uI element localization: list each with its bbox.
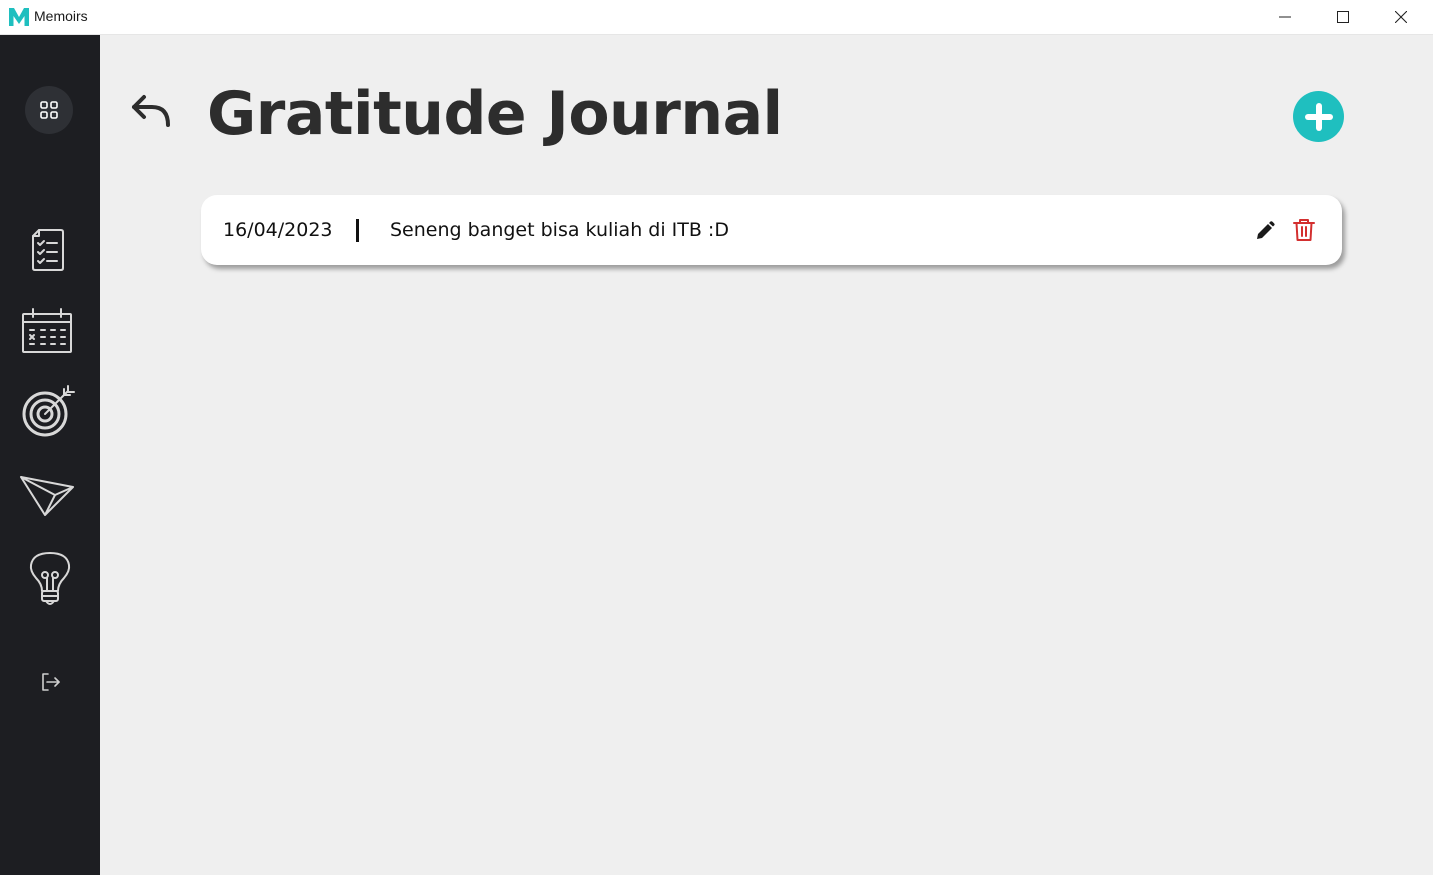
lightbulb-icon: [29, 552, 71, 605]
sidebar-item-goals[interactable]: [19, 383, 77, 439]
entry-date: 16/04/2023: [223, 219, 333, 241]
trash-icon: [1293, 219, 1315, 241]
checklist-icon: [32, 229, 64, 271]
edit-button[interactable]: [1253, 219, 1277, 243]
list-item[interactable]: 16/04/2023 Seneng banget bisa kuliah di …: [201, 195, 1342, 265]
target-icon: [22, 385, 75, 437]
minimize-icon: [1279, 16, 1291, 18]
logout-button[interactable]: [38, 669, 64, 695]
app-title: Memoirs: [34, 8, 88, 24]
entry-divider: [356, 219, 359, 242]
app-logo-icon: [9, 8, 29, 26]
maximize-icon: [1337, 11, 1349, 23]
add-entry-button[interactable]: [1293, 91, 1344, 142]
sidebar-item-journal[interactable]: [23, 225, 73, 275]
pencil-icon: [1257, 221, 1275, 239]
back-button[interactable]: [128, 92, 174, 130]
calendar-icon: [22, 308, 72, 353]
close-button[interactable]: [1372, 0, 1430, 34]
sidebar-item-send[interactable]: [18, 471, 76, 519]
sidebar-item-ideas[interactable]: [25, 549, 75, 611]
sidebar-item-calendar[interactable]: [19, 305, 75, 357]
entry-list: 16/04/2023 Seneng banget bisa kuliah di …: [201, 195, 1342, 265]
title-bar: Memoirs: [0, 0, 1433, 35]
page-title: Gratitude Journal: [207, 79, 783, 149]
sidebar: [0, 35, 100, 875]
delete-button[interactable]: [1291, 217, 1317, 243]
entry-text: Seneng banget bisa kuliah di ITB :D: [390, 219, 729, 241]
maximize-button[interactable]: [1314, 0, 1372, 34]
back-arrow-icon: [132, 95, 170, 127]
minimize-button[interactable]: [1256, 0, 1314, 34]
grid-icon: [40, 101, 58, 119]
close-icon: [1395, 11, 1407, 23]
plus-icon: [1304, 102, 1333, 131]
logout-icon: [42, 673, 60, 691]
menu-button[interactable]: [25, 86, 73, 134]
paper-plane-icon: [20, 476, 74, 516]
